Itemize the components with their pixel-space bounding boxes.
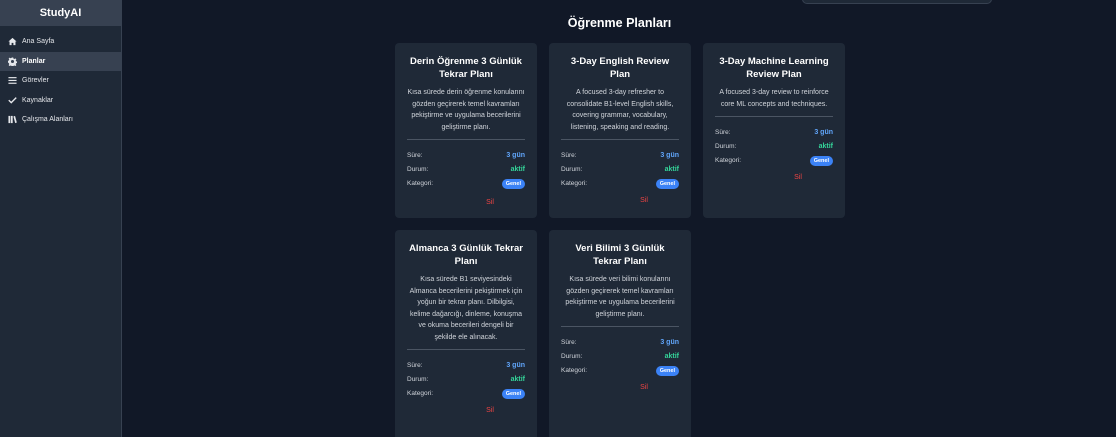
duration-label: Süre: (407, 362, 423, 370)
plan-title: 3-Day English Review Plan (570, 56, 670, 80)
category-row: Kategori: Genel (561, 176, 679, 191)
category-label: Kategori: (715, 157, 742, 164)
plan-meta: Süre: 3 gün Durum: aktif Kategori: Genel (407, 149, 525, 191)
duration-row: Süre: 3 gün (407, 359, 525, 373)
category-badge: Genel (655, 365, 679, 376)
plan-title: 3-Day Machine Learning Review Plan (719, 56, 829, 80)
duration-row: Süre: 3 gün (561, 149, 679, 163)
status-row: Durum: aktif (715, 140, 833, 154)
status-value: aktif (664, 165, 679, 173)
plan-description: A focused 3-day refresher to consolidate… (561, 87, 679, 140)
duration-value: 3 gün (814, 129, 833, 137)
category-label: Kategori: (407, 180, 434, 187)
plan-card: Almanca 3 Günlük Tekrar Planı Kısa süred… (395, 230, 537, 437)
category-label: Kategori: (561, 367, 588, 374)
category-row: Kategori: Genel (561, 363, 679, 378)
gear-icon (7, 56, 17, 66)
duration-row: Süre: 3 gün (715, 126, 833, 140)
sidebar-item-planlar[interactable]: Planlar (0, 51, 121, 71)
status-label: Durum: (561, 165, 583, 173)
status-row: Durum: aktif (561, 163, 679, 177)
sidebar-item-label: Ana Sayfa (22, 38, 55, 46)
duration-value: 3 gün (506, 152, 525, 160)
sidebar-item-calisma-alanlari[interactable]: Çalışma Alanları (0, 110, 121, 130)
status-label: Durum: (715, 142, 737, 150)
home-icon (7, 37, 17, 47)
sidebar-item-label: Planlar (22, 57, 46, 65)
search-bar[interactable] (802, 0, 992, 4)
plan-description: A focused 3-day review to reinforce core… (715, 87, 833, 117)
status-value: aktif (510, 375, 525, 383)
duration-value: 3 gün (660, 339, 679, 347)
duration-label: Süre: (561, 339, 577, 347)
plan-description: Kısa sürede derin öğrenme konularını göz… (407, 87, 525, 140)
duration-row: Süre: 3 gün (407, 149, 525, 163)
plan-card: 3-Day English Review Plan A focused 3-da… (549, 43, 691, 218)
status-row: Durum: aktif (407, 163, 525, 177)
plan-meta: Süre: 3 gün Durum: aktif Kategori: Genel (407, 359, 525, 401)
sidebar-item-gorevler[interactable]: Görevler (0, 71, 121, 91)
category-label: Kategori: (561, 180, 588, 187)
plan-meta: Süre: 3 gün Durum: aktif Kategori: Genel (561, 336, 679, 378)
delete-button[interactable]: Sil (629, 384, 659, 391)
delete-button[interactable]: Sil (475, 407, 505, 414)
plan-card: Veri Bilimi 3 Günlük Tekrar Planı Kısa s… (549, 230, 691, 437)
delete-button[interactable]: Sil (629, 197, 659, 204)
status-label: Durum: (407, 165, 429, 173)
sidebar-nav: Ana Sayfa Planlar Görevler Kaynaklar Çal… (0, 32, 121, 130)
category-badge: Genel (501, 178, 525, 189)
status-value: aktif (818, 142, 833, 150)
plan-title: Derin Öğrenme 3 Günlük Tekrar Planı (410, 56, 522, 80)
app-root: StudyAI Ana Sayfa Planlar Görevler Kayna… (0, 0, 1116, 437)
category-row: Kategori: Genel (407, 176, 525, 191)
sidebar-item-kaynaklar[interactable]: Kaynaklar (0, 91, 121, 111)
duration-value: 3 gün (660, 152, 679, 160)
brand-logo[interactable]: StudyAI (0, 0, 121, 26)
duration-label: Süre: (407, 152, 423, 160)
sidebar-item-label: Kaynaklar (22, 96, 54, 104)
delete-button[interactable]: Sil (475, 199, 505, 206)
list-icon (7, 76, 17, 86)
check-icon (7, 95, 17, 105)
plan-title: Veri Bilimi 3 Günlük Tekrar Planı (575, 243, 665, 267)
category-badge: Genel (655, 178, 679, 189)
main-content: Öğrenme Planları Derin Öğrenme 3 Günlük … (123, 0, 1116, 437)
status-value: aktif (664, 352, 679, 360)
page-title: Öğrenme Planları (567, 16, 672, 30)
plan-card: 3-Day Machine Learning Review Plan A foc… (703, 43, 845, 218)
status-row: Durum: aktif (561, 350, 679, 364)
delete-button[interactable]: Sil (783, 174, 813, 181)
duration-row: Süre: 3 gün (561, 336, 679, 350)
sidebar-item-ana-sayfa[interactable]: Ana Sayfa (0, 32, 121, 52)
plan-meta: Süre: 3 gün Durum: aktif Kategori: Genel (561, 149, 679, 191)
plan-meta: Süre: 3 gün Durum: aktif Kategori: Genel (715, 126, 833, 168)
category-row: Kategori: Genel (407, 386, 525, 401)
status-value: aktif (510, 165, 525, 173)
status-label: Durum: (407, 375, 429, 383)
books-icon (7, 115, 17, 125)
duration-label: Süre: (715, 129, 731, 137)
sidebar-item-label: Görevler (22, 77, 49, 85)
category-badge: Genel (501, 388, 525, 399)
duration-label: Süre: (561, 152, 577, 160)
plan-card: Derin Öğrenme 3 Günlük Tekrar Planı Kısa… (395, 43, 537, 218)
category-row: Kategori: Genel (715, 153, 833, 168)
sidebar-item-label: Çalışma Alanları (22, 116, 73, 124)
status-label: Durum: (561, 352, 583, 360)
sidebar: StudyAI Ana Sayfa Planlar Görevler Kayna… (0, 0, 122, 437)
plan-description: Kısa sürede B1 seviyesindeki Almanca bec… (407, 274, 525, 350)
category-badge: Genel (809, 155, 833, 166)
duration-value: 3 gün (506, 362, 525, 370)
status-row: Durum: aktif (407, 373, 525, 387)
category-label: Kategori: (407, 390, 434, 397)
plan-description: Kısa sürede veri bilimi konularını gözde… (561, 274, 679, 327)
plan-title: Almanca 3 Günlük Tekrar Planı (409, 243, 523, 267)
